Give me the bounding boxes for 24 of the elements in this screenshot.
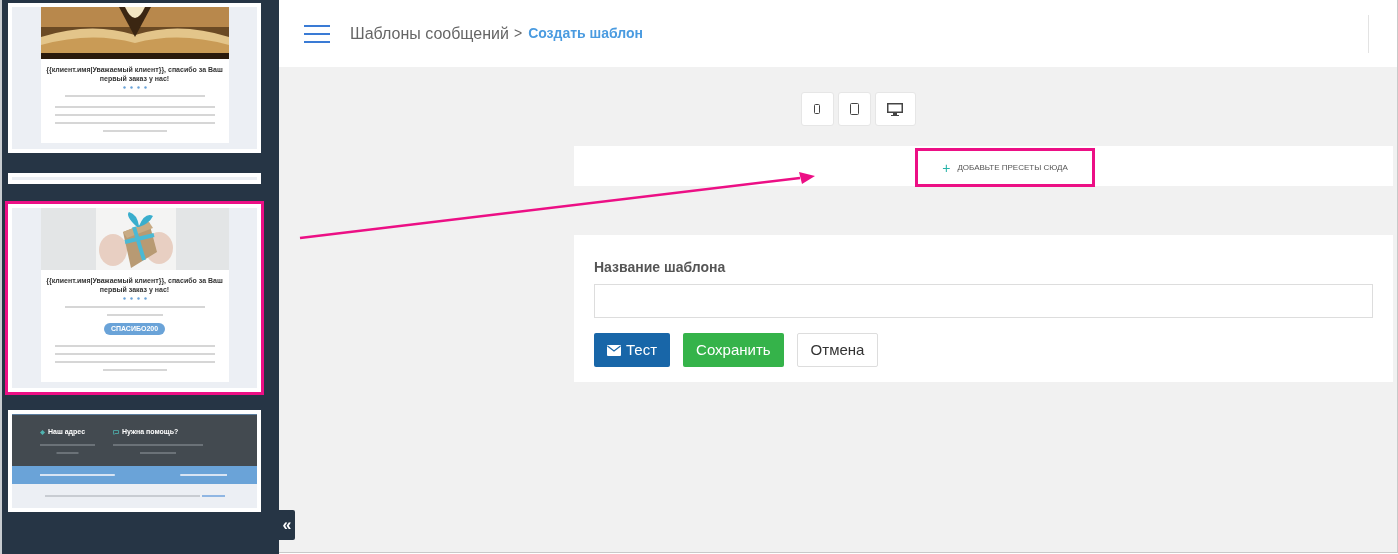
breadcrumb-current: Создать шаблон: [528, 24, 644, 43]
tablet-view-button[interactable]: [837, 92, 871, 126]
location-icon: [40, 429, 45, 435]
field-label: Название шаблона: [594, 258, 727, 277]
dropzone-label: ДОБАВЬТЕ ПРЕСЕТЫ СЮДА: [957, 161, 1068, 174]
collapse-button[interactable]: «: [279, 510, 295, 540]
desktop-view-button[interactable]: [874, 92, 916, 126]
breadcrumb-separator: >: [513, 24, 523, 43]
tablet-icon: [849, 103, 859, 115]
chat-icon: [113, 429, 119, 435]
template-thumbnail[interactable]: [8, 173, 261, 184]
presets-dropzone[interactable]: + ДОБАВЬТЕ ПРЕСЕТЫ СЮДА: [915, 148, 1095, 187]
breadcrumb-link[interactable]: Шаблоны сообщений: [350, 21, 509, 46]
phone-icon: [814, 104, 820, 114]
phone-view-button[interactable]: [800, 92, 834, 126]
divider-dots-icon: [122, 86, 147, 89]
menu-icon[interactable]: [304, 24, 330, 43]
monitor-icon: [887, 102, 903, 116]
plus-icon: +: [942, 160, 951, 175]
divider-dots-icon: [122, 297, 147, 300]
name-input[interactable]: [594, 284, 1373, 318]
form-button[interactable]: Отмена: [796, 333, 879, 367]
form-button[interactable]: Тест: [594, 333, 671, 367]
envelope-icon: [607, 344, 621, 356]
